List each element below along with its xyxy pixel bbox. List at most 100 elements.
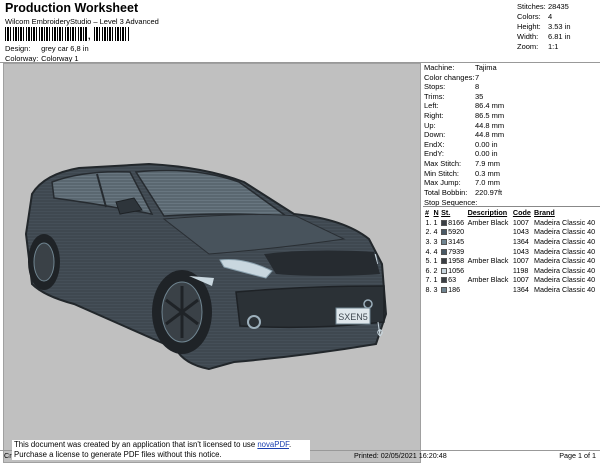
design-preview: SXEN5: [3, 63, 421, 463]
embroidery-car-image: SXEN5: [24, 162, 388, 371]
software-subtitle: Wilcom EmbroideryStudio – Level 3 Advanc…: [5, 17, 159, 26]
barcode-primary: [5, 27, 87, 41]
info-endx: EndX: 0.00 in: [424, 139, 498, 149]
stat-zoom: Zoom: 1:1: [517, 42, 559, 51]
design-value: grey car 6,8 in: [41, 44, 89, 53]
row-description: [467, 237, 512, 247]
row-stitches: 3145: [440, 237, 466, 247]
row-needle: 1: [433, 217, 438, 227]
row-description: Amber Black: [467, 217, 509, 227]
color-swatch: [441, 248, 448, 255]
col-brand: Brand: [534, 208, 555, 218]
color-swatch: [441, 229, 448, 236]
color-swatch: [441, 219, 448, 226]
row-description: [467, 227, 512, 237]
table-row: 1. 1 8166 Amber Black 1007 Madeira Classic 40: [424, 218, 600, 228]
row-brand: Madeira Classic 40: [534, 227, 596, 237]
stat-colors: Colors: 4: [517, 12, 553, 21]
row-brand: Madeira Classic 40: [534, 275, 596, 285]
row-description: Amber Black: [467, 275, 509, 285]
row-index: 8.: [425, 284, 432, 294]
row-index: 5.: [425, 256, 432, 266]
row-stitches: 186: [440, 285, 466, 295]
row-brand: Madeira Classic 40: [534, 246, 596, 256]
row-needle: 1: [433, 275, 438, 285]
row-index: 1.: [425, 217, 432, 227]
table-row: 7. 1 63 Amber Black 1007 Madeira Classic 40: [424, 275, 600, 285]
info-total-bobbin: Total Bobbin: 220.97ft: [424, 187, 503, 197]
info-trims: Trims: 35: [424, 91, 484, 101]
color-swatch: [441, 287, 448, 294]
stop-sequence-divider: [423, 206, 600, 207]
row-brand: Madeira Classic 40: [534, 256, 596, 266]
row-description: [467, 246, 512, 256]
row-index: 3.: [425, 236, 432, 246]
license-notice: This document was created by an applicat…: [12, 440, 310, 460]
info-right: Right: 86.5 mm: [424, 110, 505, 120]
row-stitches: 5920: [440, 227, 466, 237]
row-index: 2.: [425, 227, 432, 237]
footer-left-text: Cr: [4, 451, 12, 460]
row-needle: 3: [433, 284, 438, 294]
row-code: 1007: [512, 275, 529, 285]
info-endy: EndY: 0.00 in: [424, 149, 498, 159]
info-left: Left: 86.4 mm: [424, 101, 505, 111]
stop-sequence-table: # N St. Description Code Brand 1. 1 8166 Am…: [424, 208, 600, 294]
row-brand: Madeira Classic 40: [534, 236, 596, 246]
col-stitches: St.: [441, 208, 451, 218]
row-index: 7.: [425, 275, 432, 285]
color-swatch: [441, 239, 448, 246]
page-number: Page 1 of 1: [559, 451, 596, 460]
design-label: Design:: [5, 44, 31, 53]
row-code: 1043: [512, 246, 529, 256]
row-description: Amber Black: [467, 256, 509, 266]
table-row: 2. 4 5920 1043 Madeira Classic 40: [424, 227, 600, 237]
row-needle: 4: [433, 227, 438, 237]
info-color-changes: Color changes:7: [424, 72, 480, 82]
col-index: #: [425, 208, 429, 218]
row-brand: Madeira Classic 40: [534, 217, 596, 227]
novapdf-link[interactable]: novaPDF: [257, 440, 289, 449]
table-row: 8. 3 186 1364 Madeira Classic 40: [424, 285, 600, 295]
printed-timestamp: Printed: 02/05/2021 16:20:48: [354, 451, 447, 460]
info-max-jump: Max Jump: 7.0 mm: [424, 178, 501, 188]
row-brand: Madeira Classic 40: [534, 265, 596, 275]
design-field: Design: grey car 6,8 in: [5, 44, 89, 53]
info-stops: Stops: 8: [424, 82, 480, 92]
stat-stitches: Stitches: 28435: [517, 2, 569, 11]
row-description: [467, 265, 512, 275]
row-code: 1364: [512, 236, 529, 246]
stat-width: Width: 6.81 in: [517, 32, 571, 41]
info-max-stitch: Max Stitch: 7.9 mm: [424, 158, 501, 168]
row-stitches: 8166: [440, 218, 466, 228]
row-stitches: 1958: [440, 256, 466, 266]
color-swatch: [441, 277, 448, 284]
row-needle: 1: [433, 256, 438, 266]
info-machine: Machine: Tajima: [424, 63, 497, 72]
table-row: 5. 1 1958 Amber Black 1007 Madeira Classic 40: [424, 256, 600, 266]
license-plate-text: SXEN5: [338, 312, 368, 322]
col-description: Description: [467, 208, 508, 218]
barcode-separator: ,: [88, 31, 91, 41]
info-down: Down: 44.8 mm: [424, 130, 505, 140]
table-header-row: # N St. Description Code Brand: [424, 208, 600, 218]
info-up: Up: 44.8 mm: [424, 120, 505, 130]
machine-info: Machine: Tajima Color changes:7 Stops: 8 T…: [424, 63, 600, 197]
row-description: [467, 285, 512, 295]
design-stats: Stitches: 28435 Colors: 4 Height: 3.53 in W…: [517, 2, 571, 52]
row-stitches: 63: [440, 275, 466, 285]
row-needle: 2: [433, 265, 438, 275]
barcode-secondary: [94, 27, 130, 41]
row-code: 1007: [512, 256, 529, 266]
row-stitches: 1056: [440, 265, 466, 275]
stat-height: Height: 3.53 in: [517, 22, 571, 31]
col-needle: N: [433, 208, 439, 218]
row-code: 1043: [512, 227, 529, 237]
color-swatch: [441, 267, 448, 274]
row-code: 1007: [512, 217, 529, 227]
notice-line-1: This document was created by an applicat…: [14, 440, 292, 449]
row-code: 1198: [512, 265, 529, 275]
color-swatch: [441, 258, 448, 265]
row-index: 4.: [425, 246, 432, 256]
table-row: 4. 4 7939 1043 Madeira Classic 40: [424, 246, 600, 256]
